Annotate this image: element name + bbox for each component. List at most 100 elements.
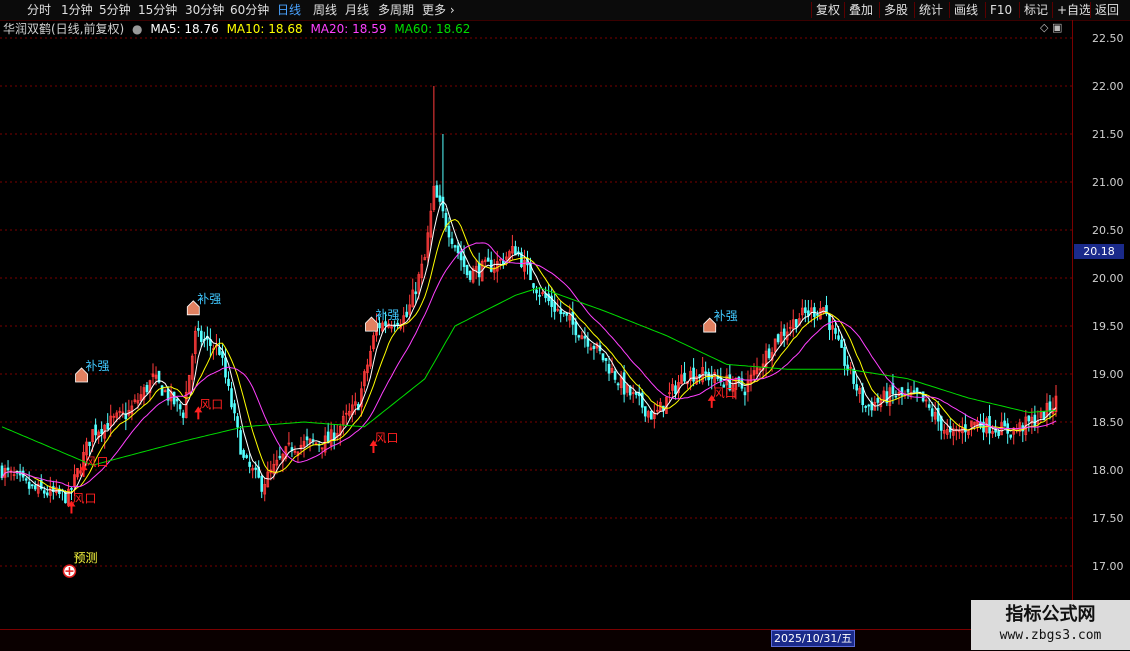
stock-title[interactable]: 华润双鹤(日线,前复权): [3, 22, 124, 36]
candle-body: [196, 328, 200, 331]
candle-body: [900, 387, 904, 396]
watermark: 指标公式网 www.zbgs3.com: [971, 600, 1130, 650]
candle-body: [574, 321, 578, 336]
box-icon[interactable]: ▣: [1052, 21, 1062, 34]
toolbar-button-8[interactable]: 返回: [1095, 1, 1119, 19]
candle-body: [837, 335, 840, 340]
candle-body: [592, 345, 596, 350]
y-tick-label: 20.00: [1092, 272, 1124, 285]
candle-body: [30, 484, 34, 487]
kline-chart[interactable]: 22.50 22.00 21.50 21.00 20.50 20.00 19.50 19.00…: [0, 20, 1130, 629]
candle-body: [218, 347, 221, 355]
watermark-title: 指标公式网: [1005, 604, 1096, 625]
buqiang-label: 补强: [375, 308, 399, 322]
candle-body: [616, 383, 620, 386]
toolbar-separator: [1090, 2, 1091, 18]
period-tab-9[interactable]: 多周期: [378, 1, 414, 19]
candle-body: [927, 404, 931, 408]
toolbar-separator: [1019, 2, 1020, 18]
toolbar-button-6[interactable]: 标记: [1024, 1, 1048, 19]
candle-body: [553, 301, 556, 312]
candle-body: [807, 310, 810, 316]
candle-body: [1003, 420, 1006, 427]
y-tick-label: 18.00: [1092, 464, 1124, 477]
candle-body: [906, 388, 910, 393]
y-tick-label: 21.00: [1092, 176, 1124, 189]
candle-body: [577, 335, 581, 338]
candle-body: [604, 357, 608, 361]
candle-body: [435, 185, 439, 198]
period-tab-7[interactable]: 周线: [313, 1, 337, 19]
candle-body: [586, 338, 590, 347]
candle-body: [997, 430, 1000, 437]
period-tab-2[interactable]: 5分钟: [99, 1, 131, 19]
candle-body: [601, 353, 605, 361]
candle-body: [514, 246, 517, 256]
candle-body: [583, 336, 587, 339]
period-tab-4[interactable]: 30分钟: [185, 1, 224, 19]
toolbar-button-2[interactable]: 多股: [884, 1, 908, 19]
candle-body: [453, 245, 457, 248]
toolbar-button-7[interactable]: +自选: [1057, 1, 1091, 19]
candle-body: [683, 372, 686, 382]
toolbar-button-1[interactable]: 叠加: [849, 1, 873, 19]
candle-body: [876, 398, 880, 403]
buqiang-label: 补强: [197, 292, 221, 306]
candle-body: [852, 368, 855, 384]
candle-body: [175, 398, 179, 402]
fengkou-label: 风口: [199, 397, 223, 411]
candle-body: [145, 385, 149, 393]
candle-body: [840, 339, 843, 348]
candle-body: [816, 313, 819, 316]
candle-body: [462, 256, 466, 267]
toolbar-button-0[interactable]: 复权: [816, 1, 840, 19]
collapse-icon[interactable]: ●: [132, 22, 142, 36]
candle-body: [486, 257, 490, 262]
candle-body: [861, 387, 865, 406]
candle-body: [239, 430, 242, 455]
candle-body: [613, 371, 617, 380]
ma20-line: [1, 242, 1057, 488]
candle-body: [864, 405, 868, 408]
candle-body: [502, 260, 505, 265]
y-tick-label: 17.50: [1092, 512, 1124, 525]
candle-body: [254, 467, 257, 470]
candle-body: [384, 321, 387, 327]
candle-body: [538, 294, 541, 297]
candle-body: [767, 348, 771, 359]
candle-body: [912, 390, 916, 393]
candle-body: [894, 395, 898, 398]
period-tab-3[interactable]: 15分钟: [138, 1, 177, 19]
candle-body: [42, 490, 46, 494]
diamond-icon[interactable]: ◇: [1040, 21, 1048, 34]
chart-control-icons[interactable]: ◇ ▣: [1040, 21, 1062, 34]
toolbar-separator: [879, 2, 880, 18]
period-tab-10[interactable]: 更多 ›: [422, 1, 455, 19]
toolbar-separator: [949, 2, 950, 18]
candle-body: [178, 404, 182, 410]
x-axis-bar: [0, 629, 1072, 651]
period-tab-6[interactable]: 日线: [277, 1, 301, 19]
fengkou-label: 风口: [72, 491, 96, 505]
fengkou-label: 风口: [85, 455, 109, 469]
candle-body: [607, 363, 611, 374]
period-tab-0[interactable]: 分时: [27, 1, 51, 19]
candle-body: [181, 412, 185, 418]
toolbar-separator: [985, 2, 986, 18]
fengkou-label: 风口: [713, 386, 737, 400]
toolbar-button-4[interactable]: 画线: [954, 1, 978, 19]
ma5-line: [1, 200, 1057, 494]
period-tab-1[interactable]: 1分钟: [61, 1, 93, 19]
candle-body: [160, 385, 164, 396]
candle-body: [794, 319, 798, 328]
cursor-price-tag: 20.18: [1074, 244, 1124, 259]
candle-body: [33, 485, 37, 490]
y-tick-label: 19.00: [1092, 368, 1124, 381]
candle-body: [867, 404, 871, 407]
y-tick-label: 20.50: [1092, 224, 1124, 237]
period-tab-5[interactable]: 60分钟: [230, 1, 269, 19]
toolbar-button-3[interactable]: 统计: [919, 1, 943, 19]
period-tab-8[interactable]: 月线: [345, 1, 369, 19]
candle-body: [628, 386, 632, 396]
toolbar-button-5[interactable]: F10: [990, 1, 1012, 19]
